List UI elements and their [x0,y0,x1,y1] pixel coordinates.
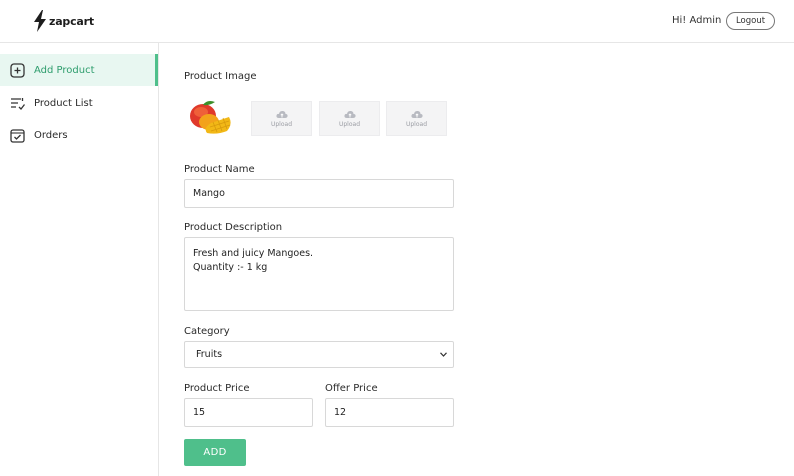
chevron-down-icon [440,352,447,357]
product-name-input[interactable]: Mango [184,179,454,208]
upload-slot[interactable]: Upload [319,101,380,136]
upload-label: Upload [270,120,293,128]
cloud-upload-icon [275,110,288,118]
logo[interactable]: zapcart [33,10,94,32]
mango-product-image[interactable] [187,100,239,136]
sidebar-item-label: Add Product [34,64,95,76]
description-line: Fresh and juicy Mangoes. [193,248,314,259]
orders-check-icon [10,128,25,143]
upload-slot[interactable]: Upload [251,101,312,136]
sidebar-item-add-product[interactable]: Add Product [0,54,158,86]
product-price-input[interactable]: 15 [184,398,313,427]
cloud-upload-icon [410,110,423,118]
add-product-button[interactable]: ADD [184,439,246,466]
upload-label: Upload [338,120,361,128]
category-select[interactable]: Fruits [184,341,454,368]
logout-button[interactable]: Logout [726,12,775,30]
offer-price-label: Offer Price [325,383,378,394]
offer-price-input[interactable]: 12 [325,398,454,427]
sidebar-item-orders[interactable]: Orders [0,119,158,151]
bolt-logo-icon [34,10,46,32]
upload-slot[interactable]: Upload [386,101,447,136]
category-label: Category [184,326,230,337]
top-bar: zapcart Hi! Admin Logout [0,0,794,43]
admin-greeting: Hi! Admin [672,15,722,26]
product-price-label: Product Price [184,383,250,394]
category-selected-value: Fruits [196,349,223,360]
sidebar-item-label: Orders [34,129,68,141]
product-price-value: 15 [193,407,206,418]
product-name-label: Product Name [184,164,255,175]
product-description-label: Product Description [184,222,283,233]
list-check-icon [11,97,25,110]
product-name-value: Mango [193,188,225,199]
product-description-textarea[interactable]: Fresh and juicy Mangoes. Quantity :- 1 k… [184,237,454,311]
cloud-upload-icon [343,110,356,118]
upload-label: Upload [405,120,428,128]
product-image-label: Product Image [184,71,257,82]
sidebar: Add Product Product List Orders [0,43,159,476]
sidebar-item-label: Product List [34,97,93,109]
offer-price-value: 12 [334,407,347,418]
add-square-icon [10,62,25,78]
sidebar-item-product-list[interactable]: Product List [0,87,158,119]
logo-text: zapcart [49,14,94,28]
description-line: Quantity :- 1 kg [193,262,268,273]
